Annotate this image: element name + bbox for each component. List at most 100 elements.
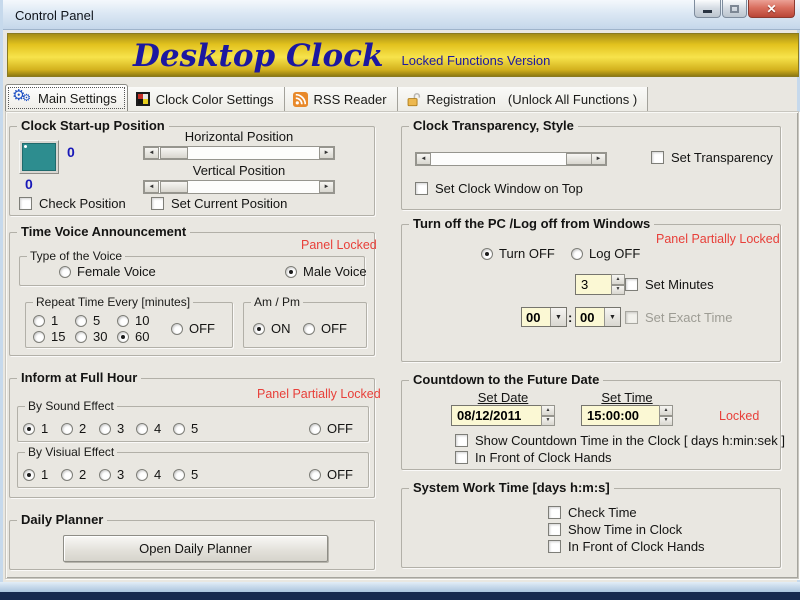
open-daily-planner-button[interactable]: Open Daily Planner: [63, 535, 328, 562]
checkbox-box[interactable]: [455, 451, 468, 464]
visual-off-radio[interactable]: OFF: [309, 467, 353, 482]
visual-4-radio[interactable]: 4: [136, 467, 161, 482]
radio-circle[interactable]: [571, 247, 583, 260]
check-position-checkbox[interactable]: Check Position: [19, 196, 126, 211]
vertical-position-slider[interactable]: ◄ ►: [143, 180, 335, 194]
radio-circle[interactable]: [309, 468, 321, 481]
set-current-position-checkbox[interactable]: Set Current Position: [151, 196, 287, 211]
slider-left-arrow-icon[interactable]: ◄: [144, 147, 159, 159]
female-voice-radio[interactable]: Female Voice: [59, 264, 156, 279]
check-time-checkbox[interactable]: Check Time: [548, 505, 637, 520]
set-transparency-checkbox[interactable]: Set Transparency: [651, 150, 773, 165]
checkbox-box[interactable]: [548, 540, 561, 553]
radio-circle[interactable]: [75, 330, 87, 343]
radio-circle[interactable]: [117, 314, 129, 327]
radio-circle[interactable]: [481, 247, 493, 260]
radio-circle[interactable]: [33, 330, 45, 343]
log-off-radio[interactable]: Log OFF: [571, 246, 640, 261]
slider-right-arrow-icon[interactable]: ►: [319, 147, 334, 159]
visual-1-radio[interactable]: 1: [23, 467, 48, 482]
spin-up-icon[interactable]: ▲: [611, 274, 625, 285]
ampm-off-radio[interactable]: OFF: [303, 321, 347, 336]
radio-circle[interactable]: [59, 265, 71, 278]
checkbox-box[interactable]: [625, 278, 638, 291]
show-time-in-clock-checkbox[interactable]: Show Time in Clock: [548, 522, 682, 537]
radio-circle[interactable]: [173, 422, 185, 435]
checkbox-box[interactable]: [415, 182, 428, 195]
time-value[interactable]: 15:00:00: [581, 405, 659, 426]
radio-circle[interactable]: [253, 322, 265, 335]
radio-circle[interactable]: [136, 422, 148, 435]
minutes-value[interactable]: 3: [575, 274, 611, 295]
radio-circle[interactable]: [61, 468, 73, 481]
slider-right-arrow-icon[interactable]: ►: [319, 181, 334, 193]
repeat-15-radio[interactable]: 15: [33, 329, 65, 344]
tab-registration[interactable]: Registration (Unlock All Functions ): [397, 87, 649, 112]
checkbox-box[interactable]: [455, 434, 468, 447]
radio-circle[interactable]: [23, 422, 35, 435]
slider-thumb[interactable]: [566, 153, 592, 165]
minutes-spinner[interactable]: 3 ▲ ▼: [575, 274, 625, 295]
tab-clock-color-settings[interactable]: Clock Color Settings: [127, 87, 285, 112]
set-clock-on-top-checkbox[interactable]: Set Clock Window on Top: [415, 181, 583, 196]
sound-4-radio[interactable]: 4: [136, 421, 161, 436]
hours-dropdown[interactable]: 00 ▼: [521, 307, 567, 327]
male-voice-radio[interactable]: Male Voice: [285, 264, 367, 279]
sound-2-radio[interactable]: 2: [61, 421, 86, 436]
clock-position-preview-swatch[interactable]: [19, 140, 59, 174]
spin-up-icon[interactable]: ▲: [541, 405, 555, 416]
horizontal-position-slider[interactable]: ◄ ►: [143, 146, 335, 160]
dropdown-arrow-icon[interactable]: ▼: [550, 308, 566, 326]
repeat-5-radio[interactable]: 5: [75, 313, 100, 328]
repeat-off-radio[interactable]: OFF: [171, 321, 215, 336]
radio-circle[interactable]: [23, 468, 35, 481]
close-button[interactable]: ✕: [748, 0, 795, 18]
maximize-button[interactable]: [722, 0, 747, 18]
visual-5-radio[interactable]: 5: [173, 467, 198, 482]
minimize-button[interactable]: [694, 0, 721, 18]
spin-down-icon[interactable]: ▼: [611, 284, 625, 295]
radio-circle[interactable]: [117, 330, 129, 343]
slider-left-arrow-icon[interactable]: ◄: [144, 181, 159, 193]
spin-down-icon[interactable]: ▼: [659, 415, 673, 426]
radio-circle[interactable]: [309, 422, 321, 435]
radio-circle[interactable]: [136, 468, 148, 481]
date-value[interactable]: 08/12/2011: [451, 405, 541, 426]
checkbox-box[interactable]: [19, 197, 32, 210]
slider-right-arrow-icon[interactable]: ►: [591, 153, 606, 165]
time-spinner[interactable]: 15:00:00 ▲ ▼: [581, 405, 673, 426]
radio-circle[interactable]: [99, 422, 111, 435]
sound-5-radio[interactable]: 5: [173, 421, 198, 436]
repeat-1-radio[interactable]: 1: [33, 313, 58, 328]
ampm-on-radio[interactable]: ON: [253, 321, 291, 336]
turn-off-radio[interactable]: Turn OFF: [481, 246, 555, 261]
show-countdown-checkbox[interactable]: Show Countdown Time in the Clock [ days …: [455, 433, 785, 448]
spin-up-icon[interactable]: ▲: [659, 405, 673, 416]
checkbox-box[interactable]: [651, 151, 664, 164]
date-spinner[interactable]: 08/12/2011 ▲ ▼: [451, 405, 555, 426]
tab-rss-reader[interactable]: RSS Reader: [284, 87, 398, 112]
checkbox-box[interactable]: [151, 197, 164, 210]
radio-circle[interactable]: [285, 265, 297, 278]
radio-circle[interactable]: [33, 314, 45, 327]
checkbox-box[interactable]: [548, 506, 561, 519]
slider-thumb[interactable]: [160, 181, 188, 193]
radio-circle[interactable]: [99, 468, 111, 481]
checkbox-box[interactable]: [548, 523, 561, 536]
slider-thumb[interactable]: [160, 147, 188, 159]
tab-main-settings[interactable]: ⚙ ⚙ Main Settings: [5, 84, 128, 112]
worktime-in-front-checkbox[interactable]: In Front of Clock Hands: [548, 539, 705, 554]
radio-circle[interactable]: [75, 314, 87, 327]
minutes-value[interactable]: 00: [576, 308, 604, 326]
visual-2-radio[interactable]: 2: [61, 467, 86, 482]
title-bar[interactable]: Control Panel ✕: [3, 0, 800, 30]
countdown-in-front-checkbox[interactable]: In Front of Clock Hands: [455, 450, 612, 465]
spin-down-icon[interactable]: ▼: [541, 415, 555, 426]
dropdown-arrow-icon[interactable]: ▼: [604, 308, 620, 326]
hours-value[interactable]: 00: [522, 308, 550, 326]
sound-3-radio[interactable]: 3: [99, 421, 124, 436]
minutes-dropdown[interactable]: 00 ▼: [575, 307, 621, 327]
visual-3-radio[interactable]: 3: [99, 467, 124, 482]
repeat-30-radio[interactable]: 30: [75, 329, 107, 344]
sound-off-radio[interactable]: OFF: [309, 421, 353, 436]
